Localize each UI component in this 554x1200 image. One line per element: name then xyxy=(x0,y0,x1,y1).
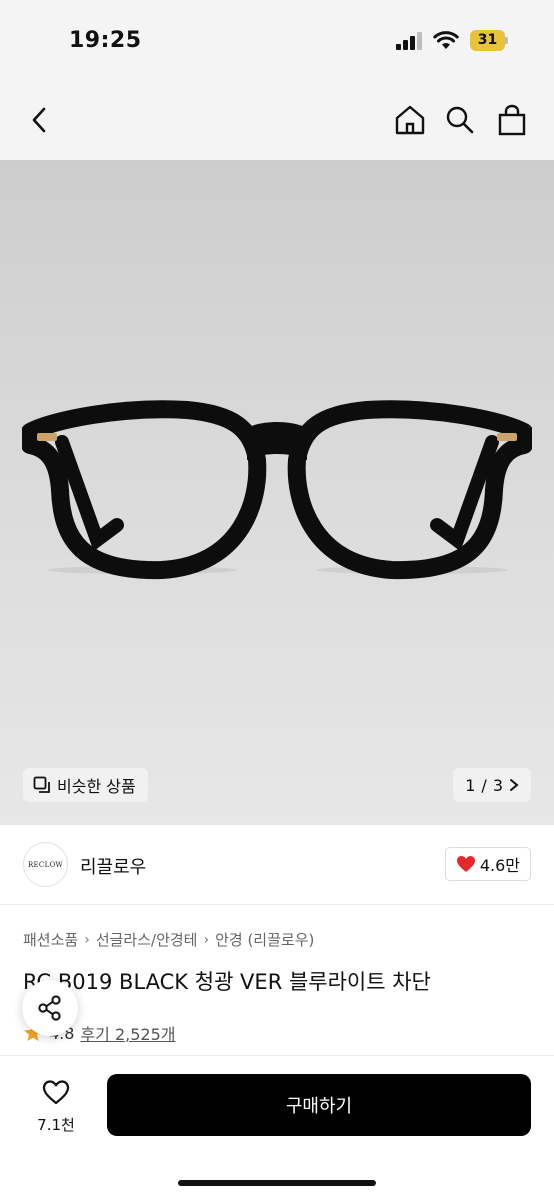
breadcrumb-item[interactable]: 선글라스/안경테 xyxy=(96,929,198,950)
home-icon xyxy=(395,105,425,135)
product-image-glasses xyxy=(22,400,532,580)
chevron-right-icon: › xyxy=(84,931,90,948)
battery-level: 31 xyxy=(477,32,498,48)
breadcrumb: 패션소품 › 선글라스/안경테 › 안경 (리끌로우) xyxy=(23,929,314,950)
status-time: 19:25 xyxy=(69,28,142,53)
wifi-icon xyxy=(433,31,459,49)
store-row[interactable]: RECLOW 리끌로우 4.6만 xyxy=(0,825,554,905)
top-nav xyxy=(0,80,554,160)
store-like-button[interactable]: 4.6만 xyxy=(444,847,531,881)
store-name[interactable]: 리끌로우 xyxy=(80,853,146,879)
home-indicator xyxy=(178,1180,376,1186)
wishlist-button[interactable]: 7.1천 xyxy=(28,1078,84,1135)
cellular-signal-icon xyxy=(396,32,422,50)
reviews-link[interactable]: 후기 2,525개 xyxy=(80,1021,175,1045)
heart-outline-icon xyxy=(42,1080,70,1105)
image-pager[interactable]: 1 / 3 xyxy=(453,768,531,802)
search-button[interactable] xyxy=(442,102,478,138)
breadcrumb-item[interactable]: 안경 (리끌로우) xyxy=(215,929,314,950)
chevron-right-icon: › xyxy=(203,931,210,948)
store-like-count: 4.6만 xyxy=(479,856,520,875)
pager-current: 1 xyxy=(465,775,476,795)
shopping-bag-icon xyxy=(498,104,526,136)
search-icon xyxy=(446,106,474,134)
similar-products-label: 비슷한 상품 xyxy=(57,777,136,796)
pager-separator: / xyxy=(481,775,487,795)
cart-button[interactable] xyxy=(494,102,530,138)
battery-icon: 31 xyxy=(470,30,508,51)
chevron-right-icon xyxy=(510,779,519,791)
similar-products-button[interactable]: 비슷한 상품 xyxy=(23,768,148,802)
product-image-gallery[interactable]: 비슷한 상품 1 / 3 xyxy=(0,160,554,825)
status-bar: 19:25 31 xyxy=(0,0,554,80)
product-title: RC B019 BLACK 청광 VER 블루라이트 차단 xyxy=(23,970,431,994)
back-button[interactable] xyxy=(22,102,58,138)
copy-icon xyxy=(33,776,50,793)
bottom-action-bar: 7.1천 구매하기 xyxy=(0,1055,554,1200)
buy-button[interactable]: 구매하기 xyxy=(107,1074,531,1136)
share-icon xyxy=(38,995,61,1021)
home-button[interactable] xyxy=(392,102,428,138)
wishlist-count: 7.1천 xyxy=(37,1116,75,1134)
store-logo[interactable]: RECLOW xyxy=(23,842,68,887)
product-page: 19:25 31 비슷한 상품 1 / 3 RECLOW 리끌로우 4.6만 패… xyxy=(0,0,554,1200)
back-icon xyxy=(32,107,46,133)
heart-icon xyxy=(456,856,475,872)
breadcrumb-item[interactable]: 패션소품 xyxy=(23,929,78,950)
pager-total: 3 xyxy=(492,775,503,795)
share-button[interactable] xyxy=(22,980,78,1036)
